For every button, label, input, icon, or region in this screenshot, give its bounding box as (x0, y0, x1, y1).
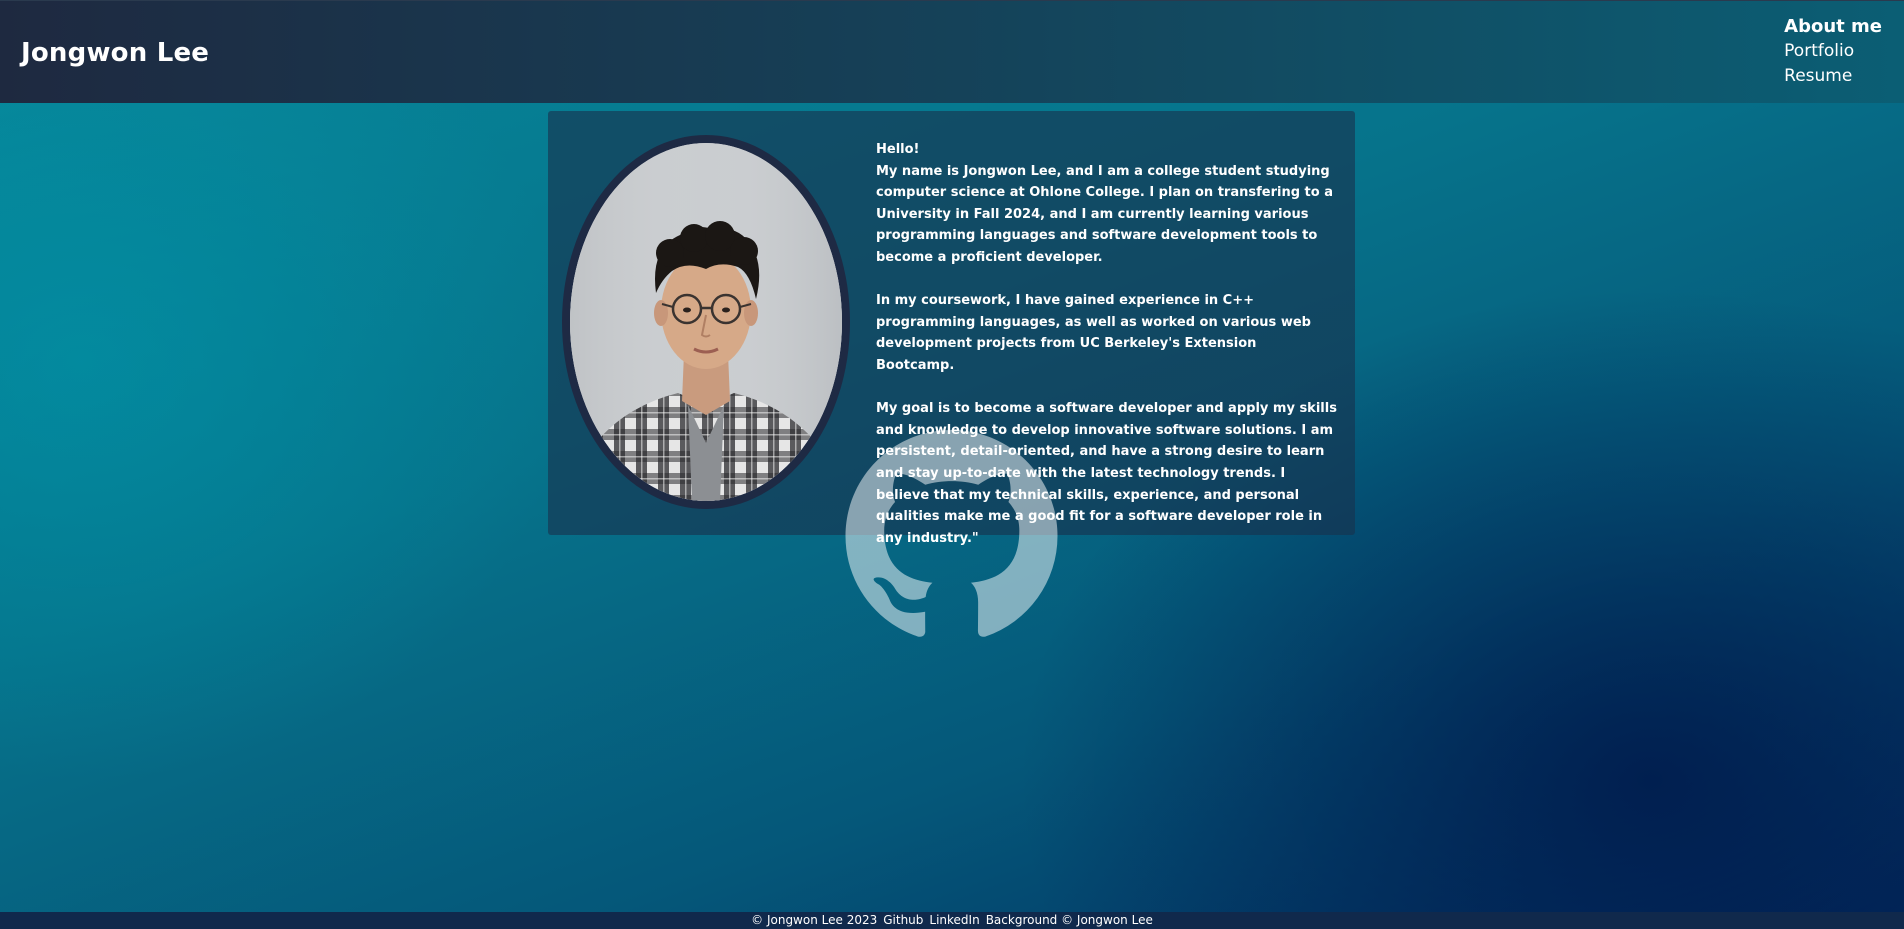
site-header: Jongwon Lee About me Portfolio Resume (0, 0, 1904, 103)
site-title: Jongwon Lee (21, 38, 210, 68)
footer-github-link[interactable]: Github (883, 913, 923, 927)
github-icon[interactable] (845, 430, 1058, 642)
greeting-text: Hello! (876, 142, 920, 157)
profile-photo-illustration (570, 143, 842, 501)
footer-copyright: © Jongwon Lee 2023 (751, 913, 878, 927)
footer-linkedin-link[interactable]: LinkedIn (929, 913, 979, 927)
nav-about-me[interactable]: About me (1784, 14, 1882, 39)
nav-resume[interactable]: Resume (1784, 64, 1852, 89)
coursework-paragraph: In my coursework, I have gained experien… (876, 293, 1311, 373)
site-footer: © Jongwon Lee 2023 Github LinkedIn Backgrou… (0, 912, 1904, 929)
profile-photo (562, 135, 850, 509)
nav-portfolio[interactable]: Portfolio (1784, 39, 1854, 64)
footer-background-credit: Background © Jongwon Lee (985, 913, 1153, 927)
main-nav: About me Portfolio Resume (1784, 14, 1882, 89)
intro-paragraph: My name is Jongwon Lee, and I am a colle… (876, 163, 1333, 265)
